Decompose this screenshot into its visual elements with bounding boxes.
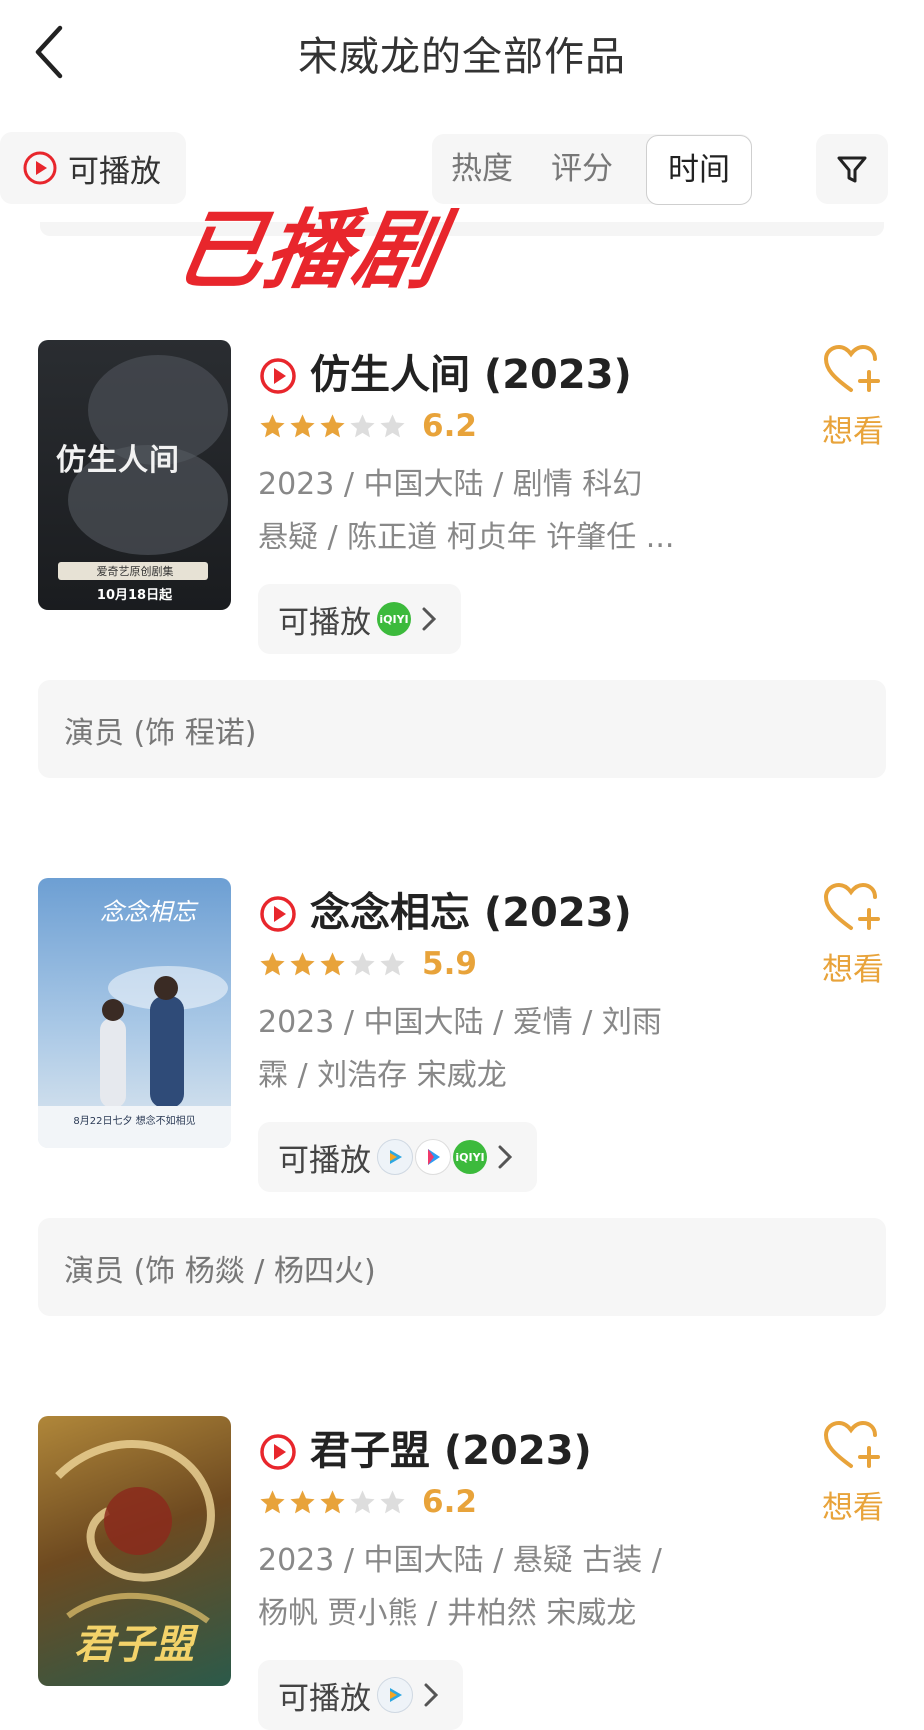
star-filled-icon xyxy=(260,414,285,438)
playable-filter-toggle[interactable]: 可播放 xyxy=(0,132,186,204)
meta-line: 悬疑 / 陈正道 柯贞年 许肇任 ... xyxy=(258,520,675,555)
tab-hot[interactable]: 热度 xyxy=(432,134,532,204)
rating-score: 5.9 xyxy=(422,946,477,982)
meta-line: 霖 / 刘浩存 宋威龙 xyxy=(258,1058,507,1093)
chevron-right-icon xyxy=(422,607,437,631)
play-circle-icon xyxy=(260,1434,296,1470)
poster-title: 念念相忘 xyxy=(100,898,196,926)
tencent-video-icon xyxy=(377,1677,413,1713)
star-filled-icon xyxy=(290,414,315,438)
divider-strip xyxy=(40,222,884,236)
star-rating xyxy=(258,950,408,979)
filter-button[interactable] xyxy=(816,134,888,204)
role-info: 演员 (饰 程诺) xyxy=(38,680,886,778)
want-to-watch-label: 想看 xyxy=(822,1490,884,1526)
page-title: 宋威龙的全部作品 xyxy=(298,34,626,80)
want-to-watch-button[interactable]: 想看 xyxy=(818,344,888,451)
star-filled-icon xyxy=(320,952,345,976)
poster-date: 10月18日起 xyxy=(96,588,173,603)
playable-label: 可播放 xyxy=(278,1680,371,1717)
star-filled-icon xyxy=(290,1490,315,1514)
playable-platforms-button[interactable]: 可播放 xyxy=(258,1660,463,1730)
work-title[interactable]: 仿生人间 (2023) xyxy=(310,342,632,400)
playable-label: 可播放 xyxy=(278,1142,371,1179)
play-circle-icon xyxy=(260,896,296,932)
star-empty-icon xyxy=(350,414,375,438)
star-filled-icon xyxy=(260,952,285,976)
filter-funnel-icon xyxy=(837,156,867,183)
playable-platforms-button[interactable]: 可播放 iQIYI xyxy=(258,1122,537,1192)
sort-tabs: 热度 评分 时间 xyxy=(432,134,752,205)
overlay-stamp-text: 已播剧 xyxy=(169,201,451,301)
header-bar: 宋威龙的全部作品 xyxy=(0,0,924,110)
want-to-watch-button[interactable]: 想看 xyxy=(818,1420,888,1527)
chevron-right-icon xyxy=(424,1683,439,1707)
poster-image[interactable]: 念念相忘 8月22日七夕 想念不如相见 xyxy=(38,878,231,1148)
star-rating xyxy=(258,1488,408,1517)
meta-line: 2023 / 中国大陆 / 剧情 科幻 xyxy=(258,467,643,502)
heart-plus-icon xyxy=(823,1420,880,1468)
poster-date: 8月22日七夕 想念不如相见 xyxy=(73,1116,196,1127)
poster-title: 君子盟 xyxy=(74,1622,194,1668)
role-text: 演员 (饰 杨燚 / 杨四火) xyxy=(64,1254,376,1289)
role-text: 演员 (饰 程诺) xyxy=(64,716,257,751)
work-meta: 2023 / 中国大陆 / 悬疑 古装 / 杨帆 贾小熊 / 井柏然 宋威龙 xyxy=(258,1534,718,1640)
poster-image[interactable]: 君子盟 xyxy=(38,1416,231,1686)
filter-toolbar: 可播放 热度 评分 时间 xyxy=(0,130,924,212)
work-meta: 2023 / 中国大陆 / 剧情 科幻 悬疑 / 陈正道 柯贞年 许肇任 ... xyxy=(258,458,718,564)
tab-time[interactable]: 时间 xyxy=(646,135,752,205)
meta-line: 杨帆 贾小熊 / 井柏然 宋威龙 xyxy=(258,1596,637,1631)
play-circle-icon xyxy=(23,151,57,185)
star-empty-icon xyxy=(350,952,375,976)
role-info: 演员 (饰 杨燚 / 杨四火) xyxy=(38,1218,886,1316)
star-filled-icon xyxy=(290,952,315,976)
poster-tag: 爱奇艺原创剧集 xyxy=(96,565,174,578)
tencent-video-icon xyxy=(377,1139,413,1175)
want-to-watch-button[interactable]: 想看 xyxy=(818,882,888,989)
work-meta: 2023 / 中国大陆 / 爱情 / 刘雨 霖 / 刘浩存 宋威龙 xyxy=(258,996,718,1102)
chevron-right-icon xyxy=(498,1145,513,1169)
iqiyi-icon: iQIYI xyxy=(377,602,411,636)
playable-label: 可播放 xyxy=(278,604,371,641)
star-filled-icon xyxy=(320,1490,345,1514)
tab-rating[interactable]: 评分 xyxy=(532,134,632,204)
star-rating xyxy=(258,412,408,441)
meta-line: 2023 / 中国大陆 / 爱情 / 刘雨 xyxy=(258,1005,662,1040)
star-filled-icon xyxy=(320,414,345,438)
star-filled-icon xyxy=(260,1490,285,1514)
iqiyi-icon: iQIYI xyxy=(453,1140,487,1174)
playable-filter-label: 可播放 xyxy=(68,153,161,190)
poster-image[interactable]: 仿生人间 爱奇艺原创剧集 10月18日起 xyxy=(38,340,231,610)
work-title[interactable]: 君子盟 (2023) xyxy=(310,1418,592,1476)
heart-plus-icon xyxy=(823,344,880,392)
star-empty-icon xyxy=(350,1490,375,1514)
want-to-watch-label: 想看 xyxy=(822,952,884,988)
heart-plus-icon xyxy=(823,882,880,930)
youku-icon xyxy=(415,1139,451,1175)
play-circle-icon xyxy=(260,358,296,394)
star-empty-icon xyxy=(380,952,405,976)
meta-line: 2023 / 中国大陆 / 悬疑 古装 / xyxy=(258,1543,662,1578)
playable-platforms-button[interactable]: 可播放 iQIYI xyxy=(258,584,461,654)
rating-score: 6.2 xyxy=(422,408,477,444)
work-title[interactable]: 念念相忘 (2023) xyxy=(310,880,632,938)
star-empty-icon xyxy=(380,1490,405,1514)
want-to-watch-label: 想看 xyxy=(822,414,884,450)
rating-score: 6.2 xyxy=(422,1484,477,1520)
star-empty-icon xyxy=(380,414,405,438)
poster-title: 仿生人间 xyxy=(56,443,180,478)
